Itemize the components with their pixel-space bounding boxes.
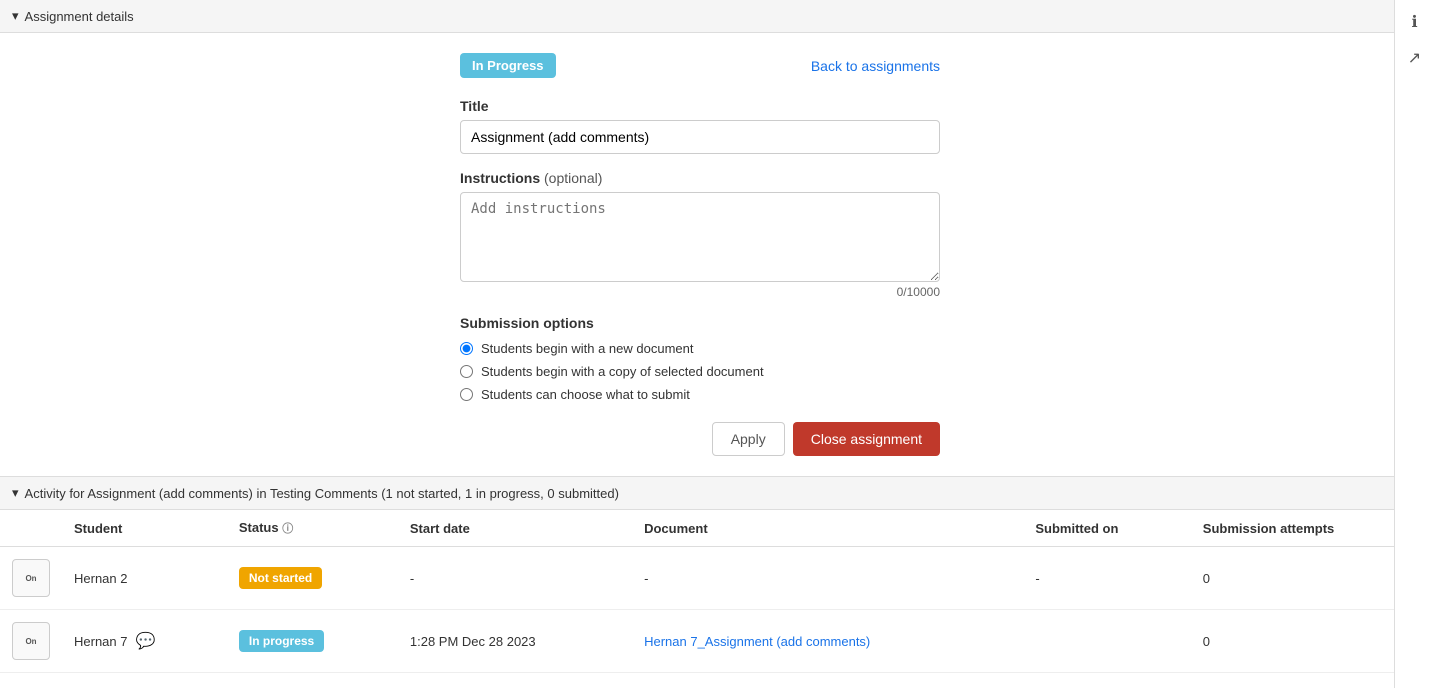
row1-submittedon-cell: -	[1023, 547, 1190, 610]
back-to-assignments-link[interactable]: Back to assignments	[811, 58, 940, 74]
assignment-details-label: Assignment details	[25, 9, 134, 24]
col-header-startdate: Start date	[398, 510, 632, 547]
row2-icon-cell: On	[0, 610, 62, 673]
activity-bar-text: Activity for Assignment (add comments) i…	[25, 486, 619, 501]
info-icon[interactable]: ℹ	[1411, 12, 1417, 32]
radio-option-1: Students begin with a new document	[460, 341, 940, 356]
activity-bar: ▾ Activity for Assignment (add comments)…	[0, 476, 1434, 510]
status-badge: In Progress	[460, 53, 556, 78]
radio-choose-submit[interactable]	[460, 388, 473, 401]
col-header-icon	[0, 510, 62, 547]
form-header-row: In Progress Back to assignments	[460, 53, 940, 78]
chevron-icon: ▾	[12, 8, 19, 24]
status-info-icon: ⓘ	[282, 523, 293, 535]
row2-status-badge: In progress	[239, 630, 324, 652]
row2-document-link[interactable]: Hernan 7_Assignment (add comments)	[644, 634, 870, 649]
row2-student-name: Hernan 7	[74, 634, 127, 649]
submission-options-label: Submission options	[460, 315, 940, 331]
row2-document-cell: Hernan 7_Assignment (add comments)	[632, 610, 1023, 673]
instructions-optional: (optional)	[544, 170, 602, 186]
apply-button[interactable]: Apply	[712, 422, 785, 456]
table-row: On Hernan 2 Not started - - - 0	[0, 547, 1434, 610]
doc-icon-row1: On	[12, 559, 50, 597]
row2-status-cell: In progress	[227, 610, 398, 673]
main-content: In Progress Back to assignments Title In…	[0, 33, 1400, 476]
activity-chevron-icon: ▾	[12, 485, 19, 501]
row1-icon-cell: On	[0, 547, 62, 610]
close-assignment-button[interactable]: Close assignment	[793, 422, 940, 456]
radio-option-3: Students can choose what to submit	[460, 387, 940, 402]
table-row: On Hernan 7 💬 In progress 1:28 PM Dec 28…	[0, 610, 1434, 673]
sidebar-icons: ℹ ↗	[1394, 0, 1434, 688]
title-input[interactable]	[460, 120, 940, 154]
col-header-document: Document	[632, 510, 1023, 547]
col-header-status: Status ⓘ	[227, 510, 398, 547]
radio-choose-submit-label: Students can choose what to submit	[481, 387, 690, 402]
row1-student-cell: Hernan 2	[62, 547, 227, 610]
instructions-textarea[interactable]	[460, 192, 940, 282]
radio-copy-document[interactable]	[460, 365, 473, 378]
instructions-label: Instructions (optional)	[460, 170, 940, 186]
activity-table: Student Status ⓘ Start date Document Sub…	[0, 510, 1434, 673]
row1-document-cell: -	[632, 547, 1023, 610]
radio-new-document-label: Students begin with a new document	[481, 341, 693, 356]
chart-icon[interactable]: ↗	[1408, 48, 1421, 68]
radio-option-2: Students begin with a copy of selected d…	[460, 364, 940, 379]
row2-startdate-cell: 1:28 PM Dec 28 2023	[398, 610, 632, 673]
radio-options: Students begin with a new document Stude…	[460, 341, 940, 402]
row2-student-cell: Hernan 7 💬	[62, 610, 227, 673]
comment-icon: 💬	[135, 631, 155, 651]
action-row: Apply Close assignment	[460, 422, 940, 456]
assignment-details-bar: ▾ Assignment details	[0, 0, 1434, 33]
col-header-student: Student	[62, 510, 227, 547]
radio-new-document[interactable]	[460, 342, 473, 355]
row2-submittedon-cell	[1023, 610, 1190, 673]
char-count: 0/10000	[460, 285, 940, 299]
row1-startdate-cell: -	[398, 547, 632, 610]
row1-status-cell: Not started	[227, 547, 398, 610]
row1-status-badge: Not started	[239, 567, 322, 589]
radio-copy-document-label: Students begin with a copy of selected d…	[481, 364, 764, 379]
col-header-submittedon: Submitted on	[1023, 510, 1190, 547]
doc-icon-row2: On	[12, 622, 50, 660]
table-header-row: Student Status ⓘ Start date Document Sub…	[0, 510, 1434, 547]
title-label: Title	[460, 98, 940, 114]
assignment-form: In Progress Back to assignments Title In…	[460, 53, 940, 456]
